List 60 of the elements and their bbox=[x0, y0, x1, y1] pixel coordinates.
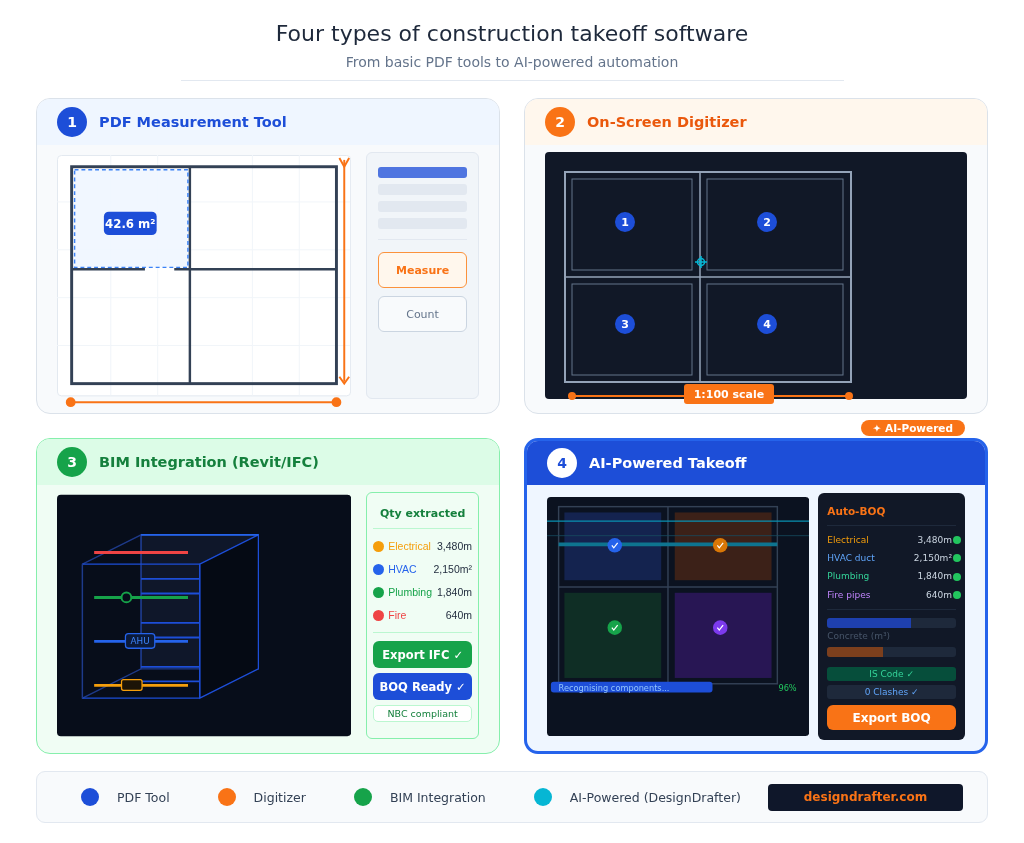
quantity-value: 2,150m² bbox=[913, 553, 952, 563]
room-marker: 3 bbox=[615, 314, 635, 334]
category-label: Electrical bbox=[827, 534, 869, 545]
progress-reading: 96% bbox=[778, 682, 797, 693]
quantity-value: 3,480m bbox=[917, 534, 952, 545]
website-badge: designdrafter.com bbox=[768, 783, 963, 811]
category-label: HVAC bbox=[388, 563, 418, 575]
card-title: PDF Measurement Tool bbox=[99, 114, 287, 130]
export-button[interactable]: Export BOQ bbox=[827, 705, 956, 731]
progress-label: Recognising components... bbox=[550, 681, 713, 693]
category-label: HVAC duct bbox=[827, 553, 875, 563]
check-icon bbox=[713, 620, 728, 635]
compliance-tag: NBC compliant bbox=[373, 705, 472, 722]
step-number: 2 bbox=[545, 107, 575, 137]
legend-label: BIM Integration bbox=[389, 789, 486, 805]
check-icon bbox=[713, 538, 728, 553]
equipment-tag: AHU bbox=[124, 632, 156, 649]
quantity-value: 640m bbox=[445, 609, 472, 621]
tool-button[interactable]: Measure bbox=[378, 252, 467, 288]
bar-label: Concrete (m³) bbox=[827, 631, 892, 642]
legend-label: Digitizer bbox=[253, 789, 306, 805]
room-marker: 4 bbox=[757, 314, 777, 334]
room-marker: 2 bbox=[757, 212, 777, 232]
legend-label: PDF Tool bbox=[117, 789, 170, 805]
category-label: Plumbing bbox=[388, 586, 433, 598]
page-subtitle: From basic PDF tools to AI-powered automation bbox=[344, 53, 680, 72]
check-tag: IS Code ✓ bbox=[827, 667, 956, 682]
quantity-value: 1,840m bbox=[917, 571, 952, 582]
quantity-value: 2,150m² bbox=[433, 563, 472, 575]
quantity-value: 640m bbox=[926, 589, 952, 600]
card-title: On-Screen Digitizer bbox=[587, 114, 747, 130]
status-dot bbox=[953, 554, 961, 563]
category-label: Electrical bbox=[388, 540, 432, 552]
check-icon bbox=[607, 538, 622, 553]
step-number: 1 bbox=[57, 107, 87, 137]
page-title: Four types of construction takeoff software bbox=[274, 20, 750, 48]
quantity-value: 1,840m bbox=[436, 586, 472, 598]
crosshair-icon bbox=[694, 255, 708, 269]
room-marker: 1 bbox=[615, 212, 635, 232]
tool-button[interactable]: Count bbox=[378, 296, 467, 332]
legend-label: AI-Powered (DesignDrafter) bbox=[569, 789, 741, 805]
step-number: 3 bbox=[57, 447, 87, 477]
card-title: BIM Integration (Revit/IFC) bbox=[99, 454, 319, 470]
quantity-value: 3,480m bbox=[436, 540, 472, 552]
step-number: 4 bbox=[547, 448, 577, 478]
action-button[interactable]: BOQ Ready ✓ bbox=[373, 673, 472, 700]
status-dot bbox=[953, 591, 961, 600]
panel-title: Qty extracted bbox=[378, 507, 467, 520]
panel-title: Auto-BOQ bbox=[827, 505, 887, 517]
category-label: Fire bbox=[388, 609, 408, 621]
action-button[interactable]: Export IFC ✓ bbox=[373, 641, 472, 668]
scale-label: 1:100 scale bbox=[684, 384, 774, 404]
status-dot bbox=[953, 572, 961, 581]
card-title: AI-Powered Takeoff bbox=[589, 455, 747, 471]
check-tag: 0 Clashes ✓ bbox=[827, 685, 956, 700]
check-icon bbox=[607, 620, 622, 635]
category-label: Plumbing bbox=[827, 571, 870, 582]
status-dot bbox=[953, 535, 961, 544]
ai-badge: ✦ AI-Powered bbox=[860, 420, 965, 436]
category-label: Fire pipes bbox=[827, 589, 871, 600]
